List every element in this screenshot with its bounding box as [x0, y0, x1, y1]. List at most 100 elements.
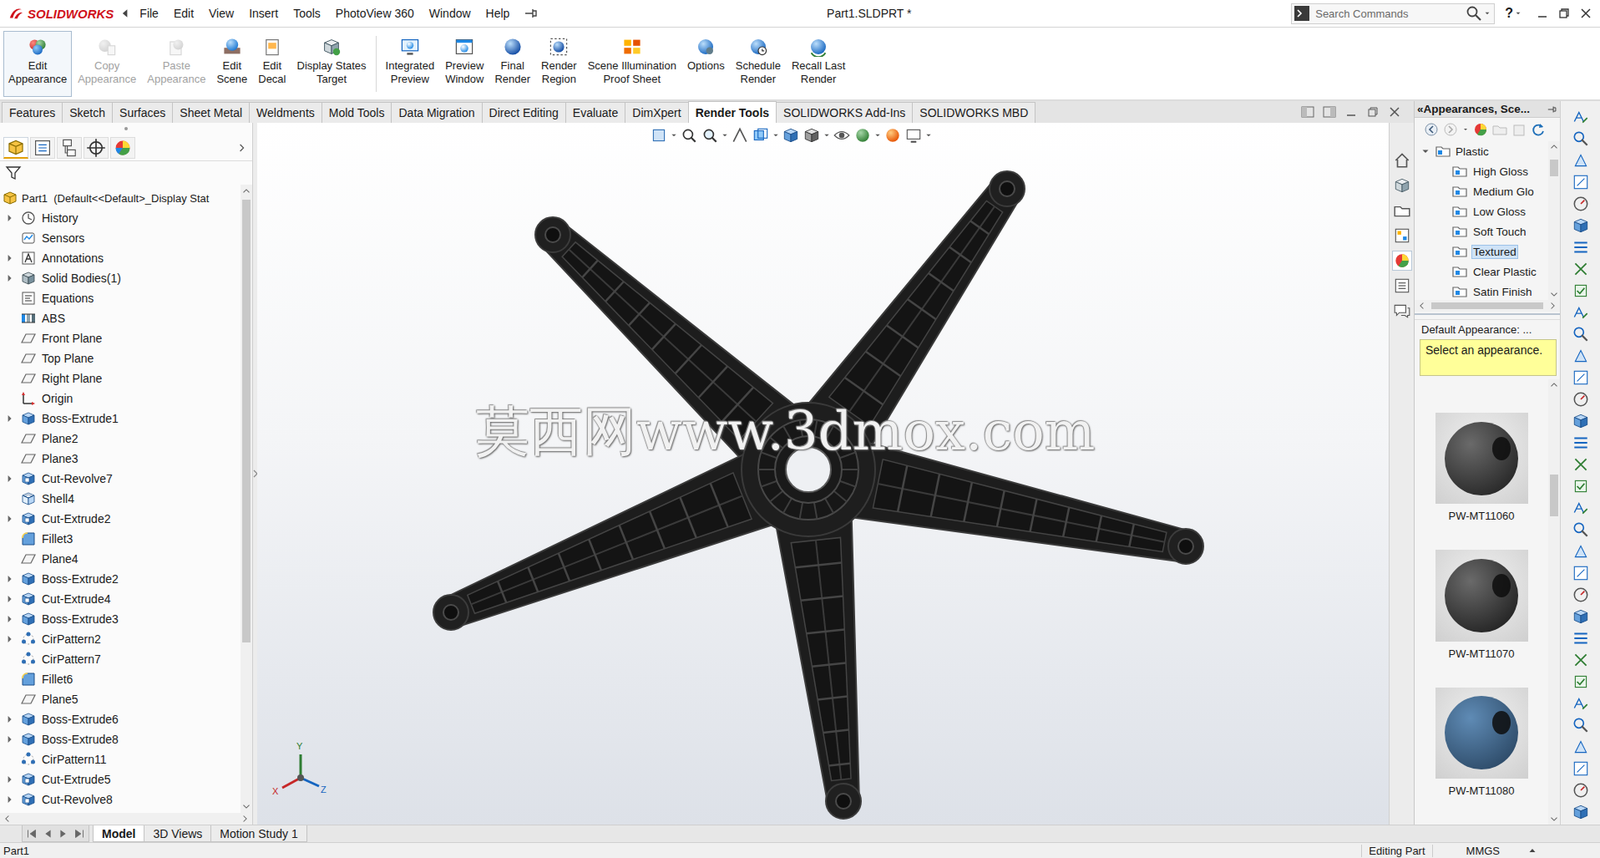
toolbar-tool-icon[interactable]	[1571, 607, 1590, 626]
first-tab-icon[interactable]	[24, 825, 40, 841]
bottom-tab[interactable]: Motion Study 1	[210, 825, 307, 842]
ribbon-button[interactable]: EditAppearance	[3, 30, 72, 97]
command-tab[interactable]: Sheet Metal	[172, 101, 250, 123]
filter-icon[interactable]	[5, 164, 22, 182]
scroll-down-icon[interactable]	[1548, 812, 1560, 825]
pin-icon[interactable]	[521, 5, 539, 22]
tree-item[interactable]: Plane5	[0, 688, 241, 709]
tree-item[interactable]: Boss-Extrude6	[0, 708, 241, 730]
panel-handle[interactable]	[0, 122, 253, 135]
expand-arrow-icon[interactable]	[3, 411, 17, 426]
expand-arrow-icon[interactable]	[3, 572, 17, 586]
expand-arrow-icon[interactable]	[3, 592, 17, 606]
toolbar-tool-icon[interactable]	[1571, 368, 1590, 387]
toolbar-tool-icon[interactable]	[1571, 780, 1590, 800]
tree-item[interactable]: Shell4	[0, 488, 241, 509]
scroll-thumb[interactable]	[242, 199, 251, 643]
tree-root[interactable]: Part1 (Default<<Default>_Display Stat	[0, 187, 241, 208]
tree-hscrollbar[interactable]	[0, 812, 253, 825]
command-tab[interactable]: Features	[1, 101, 63, 123]
home-icon[interactable]	[1392, 151, 1412, 170]
tree-item[interactable]: Boss-Extrude2	[0, 568, 241, 589]
scroll-down-icon[interactable]	[1548, 288, 1560, 300]
search-input[interactable]	[1311, 7, 1466, 21]
view-tool-icon[interactable]	[883, 126, 902, 145]
help-dropdown-icon[interactable]	[1513, 5, 1524, 22]
tree-item[interactable]: Origin	[0, 388, 241, 409]
tree-expand-arrow-icon[interactable]	[1419, 145, 1432, 157]
view-tool-dropdown-icon[interactable]	[670, 126, 678, 145]
toolbar-tool-icon[interactable]	[1571, 498, 1590, 517]
menu-item[interactable]: Tools	[285, 0, 329, 28]
tree-scrollbar[interactable]	[240, 184, 253, 813]
custom-properties-icon[interactable]	[1392, 276, 1412, 295]
collapse-menu-icon[interactable]	[118, 5, 132, 22]
appearance-tree-item[interactable]: High Gloss	[1414, 161, 1549, 182]
displaymanager-icon[interactable]	[110, 136, 136, 159]
tree-item[interactable]: Annotations	[0, 248, 241, 269]
delete-icon[interactable]	[1510, 121, 1528, 138]
menu-item[interactable]: Window	[421, 0, 479, 28]
appearance-hscrollbar[interactable]	[1414, 299, 1560, 312]
ribbon-button[interactable]: RenderRegion	[536, 30, 583, 97]
forward-icon[interactable]	[1442, 121, 1459, 138]
expand-arrow-icon[interactable]	[3, 271, 17, 285]
ribbon-button[interactable]: FinalRender	[489, 30, 536, 97]
command-tab[interactable]: Sketch	[61, 101, 113, 123]
toolbar-tool-icon[interactable]	[1571, 520, 1590, 539]
view-palette-icon[interactable]	[1392, 226, 1412, 245]
ribbon-button[interactable]: Scene IlluminationProof Sheet	[582, 30, 682, 97]
view-tool-icon[interactable]	[730, 126, 750, 145]
appearance-tree-item[interactable]: Satin Finish	[1414, 281, 1549, 300]
toolbar-tool-icon[interactable]	[1571, 737, 1590, 756]
command-tab[interactable]: Surfaces	[111, 101, 173, 123]
tree-item[interactable]: Front Plane	[0, 328, 241, 349]
scroll-right-icon[interactable]	[238, 812, 251, 825]
orientation-triad[interactable]: YXZ	[268, 744, 333, 808]
view-tool-icon[interactable]	[853, 126, 872, 145]
file-explorer-icon[interactable]	[1392, 201, 1412, 220]
view-tool-dropdown-icon[interactable]	[772, 126, 780, 145]
menu-item[interactable]: View	[201, 0, 242, 28]
tree-item[interactable]: Boss-Extrude8	[0, 729, 241, 750]
view-tool-dropdown-icon[interactable]	[823, 126, 831, 145]
tree-item[interactable]: Sensors	[0, 227, 241, 249]
tree-item[interactable]: Equations	[0, 288, 241, 309]
expand-arrow-icon[interactable]	[3, 211, 17, 225]
view-tool-icon[interactable]	[679, 126, 699, 145]
refresh-icon[interactable]	[1529, 121, 1547, 138]
toolbar-tool-icon[interactable]	[1571, 389, 1590, 409]
view-tool-icon[interactable]	[700, 126, 719, 145]
viewport-close-icon[interactable]	[1385, 103, 1404, 121]
featuremanager-icon[interactable]	[3, 136, 29, 159]
tree-item[interactable]: Boss-Extrude1	[0, 408, 241, 429]
tree-item[interactable]: Boss-Extrude3	[0, 608, 241, 629]
command-tab[interactable]: Evaluate	[565, 101, 626, 123]
view-tool-icon[interactable]	[832, 126, 851, 145]
viewport-minimize-icon[interactable]	[1341, 103, 1361, 121]
tree-item[interactable]: Cut-Revolve8	[0, 789, 241, 810]
menu-item[interactable]: File	[131, 0, 167, 28]
expand-arrow-icon[interactable]	[3, 792, 17, 806]
appearance-swatch[interactable]	[1435, 549, 1529, 641]
toolbar-tool-icon[interactable]	[1571, 759, 1590, 778]
unit-system[interactable]: MMGS	[1432, 844, 1507, 857]
appearance-tree-item[interactable]: Low Gloss	[1414, 201, 1549, 222]
appearance-tree-item[interactable]: Medium Glo	[1414, 181, 1549, 202]
toolbar-tool-icon[interactable]	[1571, 455, 1590, 474]
tree-item[interactable]: Top Plane	[0, 348, 241, 369]
tree-item[interactable]: Right Plane	[0, 368, 241, 389]
restore-icon[interactable]	[1553, 5, 1575, 22]
tree-item[interactable]: Plane4	[0, 548, 241, 569]
dimxpert-icon[interactable]	[83, 136, 109, 159]
view-tool-icon[interactable]	[802, 126, 821, 145]
more-tabs-chevron-icon[interactable]	[235, 139, 249, 157]
command-tab[interactable]: Render Tools	[688, 101, 777, 123]
appearances-tab-icon[interactable]	[1392, 251, 1412, 270]
command-tab[interactable]: SOLIDWORKS MBD	[911, 101, 1036, 123]
scroll-up-icon[interactable]	[1548, 141, 1560, 153]
bottom-tab[interactable]: Model	[92, 825, 145, 842]
tree-item[interactable]: History	[0, 207, 241, 228]
magnifier-icon[interactable]	[1465, 5, 1483, 22]
toolbar-tool-icon[interactable]	[1571, 411, 1590, 431]
